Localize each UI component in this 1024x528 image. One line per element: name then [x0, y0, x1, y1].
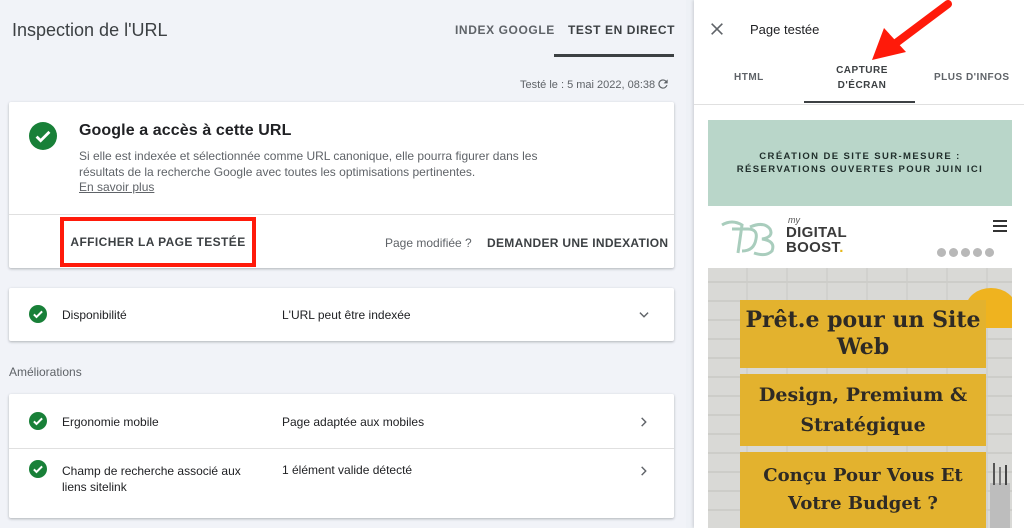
enhancement-label: Ergonomie mobile: [62, 415, 159, 429]
logo-line-1: DIGITAL: [786, 224, 847, 241]
linkedin-icon: [985, 248, 994, 257]
site-banner: CRÉATION DE SITE SUR-MESURE : RÉSERVATIO…: [708, 120, 1012, 206]
tab-live-test[interactable]: TEST EN DIRECT: [568, 23, 675, 37]
enhancement-row-sitelinks[interactable]: Champ de recherche associé aux liens sit…: [9, 449, 674, 518]
tab-more-info[interactable]: PLUS D'INFOS: [934, 72, 1010, 83]
request-indexing-button[interactable]: DEMANDER UNE INDEXATION: [487, 236, 668, 250]
logo-line-2-text: BOOST: [786, 239, 840, 256]
page-modified-label: Page modifiée ?: [385, 236, 472, 250]
logo-wordmark: DIGITAL BOOST.: [786, 225, 847, 255]
page-title: Inspection de l'URL: [12, 20, 168, 40]
annotation-arrow-icon: [872, 0, 952, 60]
chevron-right-icon[interactable]: [637, 415, 651, 429]
enhancement-row-mobile[interactable]: Ergonomie mobile Page adaptée aux mobile…: [9, 394, 674, 447]
logo-monogram-icon: [721, 220, 775, 257]
enhancements-section-label: Améliorations: [9, 365, 82, 379]
status-heading: Google a accès à cette URL: [79, 122, 292, 139]
check-circle-icon: [29, 305, 47, 323]
instagram-icon: [937, 248, 946, 257]
pencil-cup-decoration: [990, 463, 1010, 528]
page-screenshot: CRÉATION DE SITE SUR-MESURE : RÉSERVATIO…: [708, 120, 1012, 528]
enhancement-value: Page adaptée aux mobiles: [282, 415, 425, 429]
pinterest-icon: [973, 248, 982, 257]
refresh-icon[interactable]: [656, 77, 670, 91]
availability-card[interactable]: Disponibilité L'URL peut être indexée: [9, 288, 674, 341]
status-description: Si elle est indexée et sélectionnée comm…: [79, 149, 538, 179]
divider: [9, 214, 674, 215]
check-circle-icon: [29, 122, 57, 150]
divider: [694, 104, 1024, 105]
hero-headline-1: Prêt.e pour un Site Web: [740, 300, 986, 368]
tested-timestamp: Testé le : 5 mai 2022, 08:38: [520, 79, 656, 91]
availability-value: L'URL peut être indexée: [282, 308, 411, 322]
close-icon[interactable]: [709, 21, 725, 37]
logo-line-2: BOOST.: [786, 240, 847, 255]
panel-title: Page testée: [750, 22, 820, 37]
status-card: Google a accès à cette URL Si elle est i…: [9, 102, 674, 268]
top-bar: Inspection de l'URL INDEX GOOGLE TEST EN…: [0, 0, 686, 60]
view-tested-page-button[interactable]: AFFICHER LA PAGE TESTÉE: [60, 217, 256, 267]
enhancement-value: 1 élément valide détecté: [282, 463, 413, 477]
facebook-icon: [961, 248, 970, 257]
site-header: my DIGITAL BOOST.: [708, 206, 1012, 268]
learn-more-link[interactable]: En savoir plus: [79, 180, 154, 194]
hero-headline-2: Design, Premium & Stratégique: [740, 374, 986, 446]
tab-index-google[interactable]: INDEX GOOGLE: [455, 23, 555, 37]
check-circle-icon: [29, 412, 47, 430]
availability-label: Disponibilité: [62, 308, 127, 322]
youtube-icon: [949, 248, 958, 257]
active-tab-indicator: [554, 54, 674, 57]
enhancement-label: Champ de recherche associé aux liens sit…: [62, 464, 241, 494]
logo-dot: .: [839, 239, 844, 256]
active-tab-indicator: [804, 101, 915, 103]
check-circle-icon: [29, 460, 47, 478]
menu-icon: [993, 220, 1007, 232]
hero-headline-3: Conçu Pour Vous Et Votre Budget ?: [740, 452, 986, 528]
chevron-right-icon[interactable]: [637, 464, 651, 478]
site-hero: Prêt.e pour un Site Web Design, Premium …: [708, 268, 1012, 528]
social-icons: [937, 248, 994, 257]
tab-html[interactable]: HTML: [734, 72, 764, 83]
enhancements-card: Ergonomie mobile Page adaptée aux mobile…: [9, 394, 674, 518]
chevron-down-icon[interactable]: [637, 308, 651, 322]
tab-screenshot[interactable]: CAPTURE D'ÉCRAN: [812, 63, 912, 93]
tested-page-panel: Page testée HTML CAPTURE D'ÉCRAN PLUS D'…: [694, 0, 1024, 528]
main-area: Inspection de l'URL INDEX GOOGLE TEST EN…: [0, 0, 686, 528]
